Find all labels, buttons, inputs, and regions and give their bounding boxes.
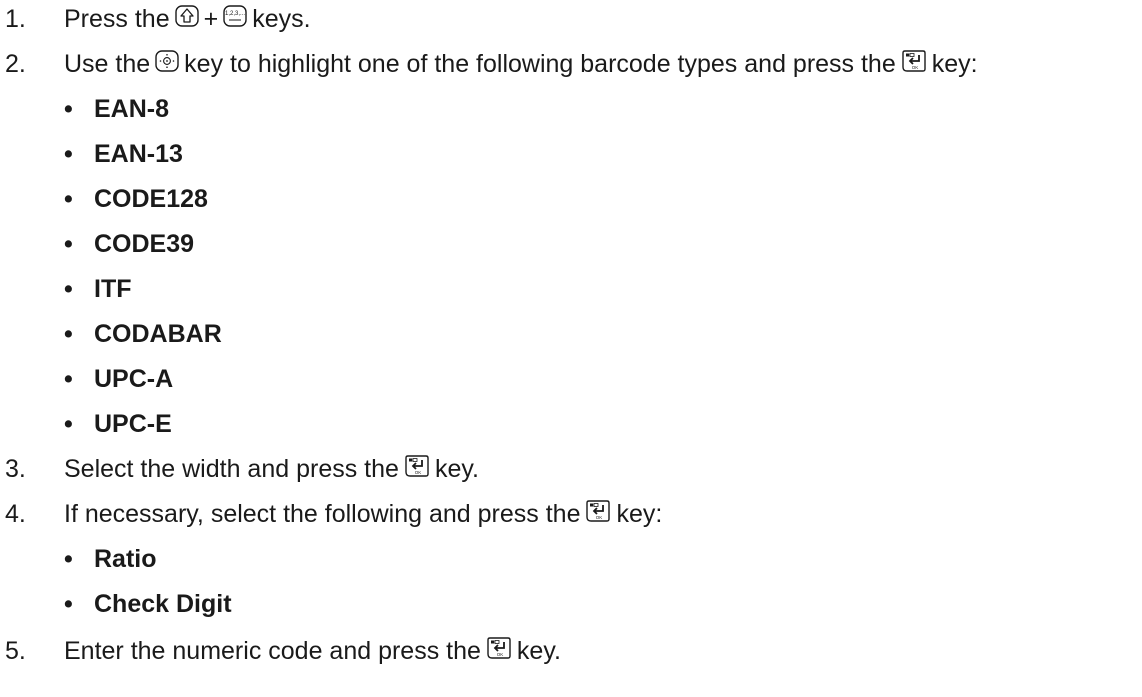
enter-ok-key-icon: OK: [486, 636, 512, 660]
list-item: • Ratio: [64, 544, 157, 574]
barcode-type-label: CODABAR: [94, 320, 222, 348]
step-text-end: key.: [516, 637, 561, 665]
step-number: 4.: [5, 500, 26, 528]
barcode-type-label: ITF: [94, 275, 132, 303]
list-item: • UPC-A: [64, 364, 173, 394]
barcode-type-label: UPC-E: [94, 410, 172, 438]
step-text-end: keys.: [252, 5, 311, 33]
step-text-end: key:: [616, 500, 663, 528]
ok-label: OK: [911, 65, 918, 70]
enter-ok-key-icon: OK: [901, 49, 927, 73]
barcode-type-label: EAN-8: [94, 95, 170, 123]
bullet-marker: •: [64, 140, 73, 168]
bullet-marker: •: [64, 275, 73, 303]
step-number: 1.: [5, 5, 26, 33]
step-number: 3.: [5, 455, 26, 483]
plus-sign: +: [203, 5, 219, 33]
enter-ok-key-icon: OK: [404, 454, 430, 478]
bullet-marker: •: [64, 230, 73, 258]
step-number: 2.: [5, 50, 26, 78]
step-text-end: key:: [931, 50, 978, 78]
option-label: Ratio: [94, 545, 157, 573]
list-item: • CODABAR: [64, 319, 222, 349]
list-item: • UPC-E: [64, 409, 172, 439]
bullet-marker: •: [64, 95, 73, 123]
numeric-key-label: 1,2,3,...: [225, 11, 245, 17]
numeric-mode-key-icon: 1,2,3,...: [223, 5, 247, 27]
step-text: Enter the numeric code and press the: [64, 637, 481, 665]
barcode-type-label: UPC-A: [94, 365, 174, 393]
step-text: Press the: [64, 5, 170, 33]
ok-label: OK: [497, 652, 504, 657]
list-item: • EAN-13: [64, 139, 183, 169]
list-item: • Check Digit: [64, 589, 232, 619]
step-text: Use the: [64, 50, 151, 78]
navigation-pad-key-icon: [155, 50, 179, 72]
bullet-marker: •: [64, 590, 73, 618]
step-text-end: key.: [434, 455, 479, 483]
bullet-marker: •: [64, 320, 73, 348]
option-label: Check Digit: [94, 590, 232, 618]
step-text-middle: key to highlight one of the following ba…: [184, 50, 896, 78]
ok-label: OK: [596, 515, 603, 520]
shift-key-icon: [174, 5, 199, 27]
list-item: • CODE39: [64, 229, 194, 259]
barcode-type-label: EAN-13: [94, 140, 183, 168]
barcode-type-label: CODE39: [94, 230, 195, 258]
step-text: If necessary, select the following and p…: [64, 500, 581, 528]
step-1: 1. Press the + 1,2,3,... keys.: [0, 4, 311, 34]
ok-label: OK: [415, 470, 422, 475]
enter-ok-key-icon: OK: [585, 499, 611, 523]
list-item: • CODE128: [64, 184, 208, 214]
barcode-type-label: CODE128: [94, 185, 208, 213]
step-text: Select the width and press the: [64, 455, 399, 483]
step-3: 3. Select the width and press the OK key…: [0, 454, 479, 484]
bullet-marker: •: [64, 365, 73, 393]
step-number: 5.: [5, 637, 26, 665]
step-5: 5. Enter the numeric code and press the …: [0, 636, 561, 666]
step-2: 2. Use the key to highlight one of the f…: [0, 49, 978, 79]
list-item: • EAN-8: [64, 94, 169, 124]
list-item: • ITF: [64, 274, 132, 304]
step-4: 4. If necessary, select the following an…: [0, 499, 662, 529]
bullet-marker: •: [64, 185, 73, 213]
bullet-marker: •: [64, 410, 73, 438]
bullet-marker: •: [64, 545, 73, 573]
